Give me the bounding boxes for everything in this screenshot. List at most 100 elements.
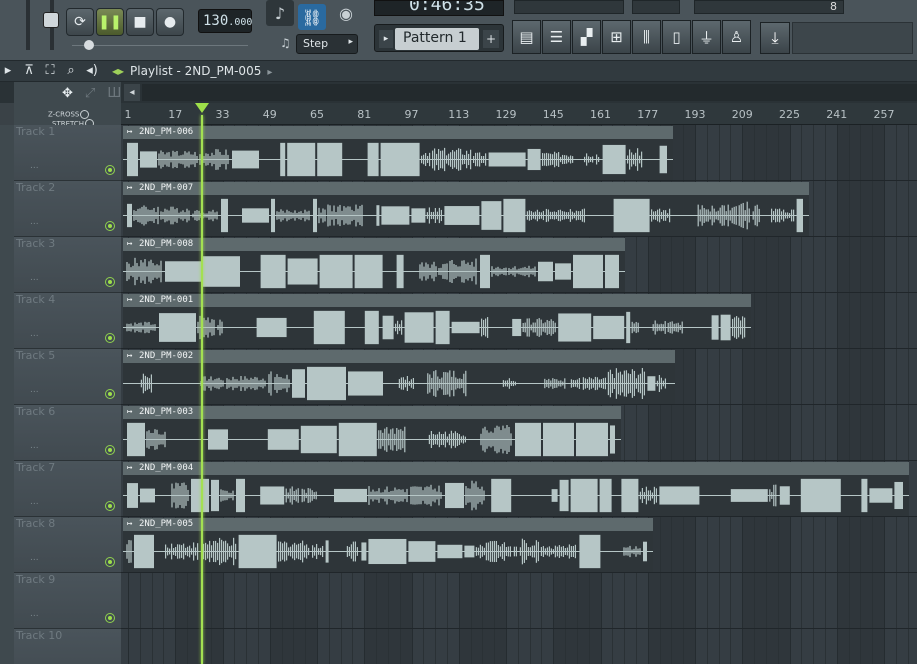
track-menu-dots[interactable]: ...	[30, 329, 39, 339]
track-mute-led[interactable]	[105, 221, 115, 231]
speaker-icon[interactable]: ◂)	[84, 63, 100, 78]
track-menu-dots[interactable]: ...	[30, 161, 39, 171]
clip-label[interactable]: 2ND_PM-007	[123, 182, 809, 195]
pattern-add-button[interactable]: +	[483, 30, 499, 48]
master-pitch-slider[interactable]	[72, 40, 248, 50]
audio-clip[interactable]: 2ND_PM-006	[123, 126, 673, 180]
track-header[interactable]: Track 7...	[14, 461, 121, 517]
stop-button[interactable]: ■	[126, 8, 154, 36]
track-header[interactable]: Track 2...	[14, 181, 121, 237]
track-header[interactable]: Track 4...	[14, 293, 121, 349]
track-mute-led[interactable]	[105, 333, 115, 343]
track-menu-dots[interactable]: ...	[30, 441, 39, 451]
track-header[interactable]: Track 1...	[14, 125, 121, 181]
horizontal-scrollbar[interactable]	[142, 84, 917, 101]
audio-clip[interactable]: 2ND_PM-003	[123, 406, 621, 460]
pattern-song-toggle[interactable]: ♪	[266, 0, 294, 26]
track-mute-led[interactable]	[105, 557, 115, 567]
loop-mode-button[interactable]: ⟳	[66, 8, 94, 36]
ruler-label: 145	[542, 108, 564, 121]
lane-divider	[121, 236, 917, 237]
track-header[interactable]: Track 10...	[14, 629, 121, 664]
track-header[interactable]: Track 9...	[14, 573, 121, 629]
ruler-label: 161	[590, 108, 611, 121]
track-mute-led[interactable]	[105, 165, 115, 175]
pattern-prev-button[interactable]: ▸	[379, 30, 393, 48]
playhead-line[interactable]	[201, 115, 203, 664]
track-header[interactable]: Track 3...	[14, 237, 121, 293]
master-volume-slider[interactable]	[6, 0, 59, 60]
download-icon: ⤓	[771, 28, 779, 47]
snap-select[interactable]: Step ▸	[296, 34, 358, 54]
timeline-ruler[interactable]: 1 17 33 49 65 81 97 113 129 145 161 177 193 209 225 241…	[121, 103, 917, 125]
scroll-left-button[interactable]: ◂	[124, 84, 140, 101]
fullscreen-icon[interactable]: ⛶	[42, 63, 58, 78]
draw-tool-icon[interactable]: ⤢	[85, 86, 95, 101]
audio-clip[interactable]: 2ND_PM-002	[123, 350, 675, 404]
audio-clip[interactable]: 2ND_PM-001	[123, 294, 751, 348]
toolbar-right: ⤓	[758, 20, 917, 56]
pattern-name[interactable]: Pattern 1	[395, 28, 479, 50]
track-mute-led[interactable]	[105, 613, 115, 623]
zcross-toggle[interactable]	[80, 110, 90, 119]
playlist-grid[interactable]: 2ND_PM-006 2ND_PM-007 2ND_PM-008 2ND_PM-001…	[121, 125, 917, 664]
track-list: Track 1... Track 2... Track 3... Track 4...…	[14, 125, 121, 664]
track-menu-dots[interactable]: ...	[30, 553, 39, 563]
track-menu-dots[interactable]: ...	[30, 609, 39, 619]
tempo-field[interactable]: 130.000	[198, 9, 252, 33]
clip-waveform	[123, 254, 625, 289]
song-position-marker[interactable]	[195, 103, 209, 113]
track-name: Track 3	[16, 237, 56, 250]
magnet-icon[interactable]: ⊼	[21, 63, 37, 78]
export-button[interactable]: ⤓	[760, 22, 790, 54]
track-header[interactable]: Track 5...	[14, 349, 121, 405]
ruler-label: 225	[779, 108, 800, 121]
track-header[interactable]: Track 8...	[14, 517, 121, 573]
metronome-icon: ◉	[339, 3, 353, 23]
playlist-button[interactable]: ▤	[512, 20, 541, 54]
audio-clip[interactable]: 2ND_PM-007	[123, 182, 809, 236]
track-mute-led[interactable]	[105, 389, 115, 399]
play-pause-button[interactable]: ❚❚	[96, 8, 124, 36]
clip-label[interactable]: 2ND_PM-008	[123, 238, 625, 251]
metronome-button[interactable]: ◉	[332, 0, 360, 26]
zoom-icon[interactable]: ⌕	[63, 63, 79, 78]
clip-label[interactable]: 2ND_PM-006	[123, 126, 673, 139]
stretch-tool-icon[interactable]: Ш	[107, 86, 121, 101]
clip-label[interactable]: 2ND_PM-002	[123, 350, 675, 363]
track-mute-led[interactable]	[105, 501, 115, 511]
master-pitch-knob[interactable]	[84, 40, 94, 50]
plugin-button[interactable]: ⏚	[692, 20, 721, 54]
audio-clip[interactable]: 2ND_PM-004	[123, 462, 909, 516]
mixer-button[interactable]: ⫼	[632, 20, 661, 54]
tempo-tap-button[interactable]: ♙	[722, 20, 751, 54]
clip-waveform	[123, 422, 621, 457]
clip-label[interactable]: 2ND_PM-001	[123, 294, 751, 307]
piano-roll-button[interactable]: ▞	[572, 20, 601, 54]
clip-label[interactable]: 2ND_PM-003	[123, 406, 621, 419]
track-mute-led[interactable]	[105, 445, 115, 455]
audio-clip[interactable]: 2ND_PM-008	[123, 238, 625, 292]
empty-panel-slot	[792, 22, 913, 54]
channel-rack-icon: ☰	[549, 28, 564, 46]
track-name: Track 4	[16, 293, 56, 306]
waveform-tool-icon[interactable]: ✥	[62, 86, 73, 101]
clip-label[interactable]: 2ND_PM-004	[123, 462, 909, 475]
playlist-icon: ▤	[519, 28, 534, 46]
master-volume-knob[interactable]	[43, 12, 59, 28]
track-menu-dots[interactable]: ...	[30, 217, 39, 227]
project-info-button[interactable]: ▯	[662, 20, 691, 54]
menu-arrow-icon[interactable]: ▸	[0, 63, 16, 78]
track-menu-dots[interactable]: ...	[30, 385, 39, 395]
pattern-selector[interactable]: ▸ Pattern 1 +	[374, 24, 504, 52]
track-menu-dots[interactable]: ...	[30, 497, 39, 507]
track-gutter	[0, 125, 14, 664]
channel-rack-button[interactable]: ☰	[542, 20, 571, 54]
track-header[interactable]: Track 6...	[14, 405, 121, 461]
track-mute-led[interactable]	[105, 277, 115, 287]
record-button[interactable]: ●	[156, 8, 184, 36]
snap-link-button[interactable]: ⛓	[298, 4, 326, 30]
browser-button[interactable]: ⊞	[602, 20, 631, 54]
ruler-label: 177	[637, 108, 659, 121]
track-menu-dots[interactable]: ...	[30, 273, 39, 283]
